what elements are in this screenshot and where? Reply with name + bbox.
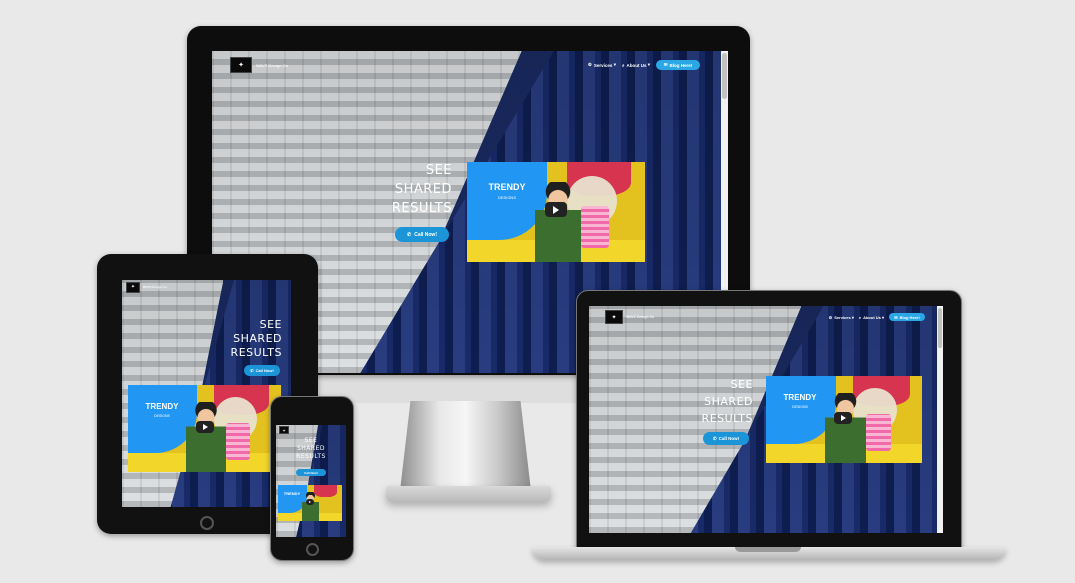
imac-stand-base: [386, 486, 551, 502]
ipad-promo-video[interactable]: TRENDY DESIGNS: [128, 385, 281, 472]
promo-video[interactable]: TRENDY DESIGNS: [467, 162, 645, 262]
hero-heading: SEE SHARED RESULTS: [391, 163, 452, 216]
iphone-call-now-button[interactable]: Call Now!: [296, 469, 326, 476]
ipad-home-button[interactable]: [200, 516, 214, 530]
site-brand[interactable]: WAVZ Design Co: [256, 63, 288, 68]
ipad-hero-heading: SEE SHARED RESULTS: [230, 318, 282, 359]
laptop-promo-video[interactable]: TRENDY DESIGNS: [766, 376, 922, 463]
tools-icon: ⚙: [587, 62, 592, 67]
video-title: TRENDY: [488, 182, 526, 192]
play-icon[interactable]: [545, 202, 567, 217]
logo-icon[interactable]: ✦: [605, 310, 623, 324]
ipad-site-nav: ✦ WAVZ Design Co: [122, 280, 291, 294]
call-now-button[interactable]: ✆ Call Now!: [395, 227, 449, 242]
iphone-home-button[interactable]: [306, 543, 319, 556]
play-icon[interactable]: [834, 412, 852, 424]
play-icon[interactable]: [306, 499, 314, 505]
phone-icon: ✆: [250, 368, 254, 373]
laptop-site-nav: ✦ WAVZ Design Co ⚙ Services ▾ ⌕ About Us ▾…: [589, 306, 943, 328]
laptop-scrollbar[interactable]: [937, 306, 943, 533]
ipad-call-now-button[interactable]: ✆ Call Now!: [244, 365, 280, 376]
envelope-icon: ✉: [894, 314, 898, 320]
video-kid-image: [534, 182, 581, 262]
video-subtitle: DESIGNS: [497, 195, 516, 200]
laptop-call-now-button[interactable]: ✆ Call Now!: [703, 432, 749, 445]
laptop-nav-services[interactable]: ⚙ Services ▾: [829, 315, 854, 320]
site-nav: ✦ WAVZ Design Co ⚙ Services ▾ ⌕ About Us ▾…: [212, 51, 728, 79]
nav-about[interactable]: ⌕ About Us ▾: [622, 62, 650, 68]
iphone-promo-video[interactable]: TRENDY: [278, 485, 342, 521]
laptop-screen: ✦ WAVZ Design Co ⚙ Services ▾ ⌕ About Us ▾…: [589, 306, 943, 533]
phone-icon: ✆: [407, 231, 412, 238]
tools-icon: ⚙: [828, 314, 833, 320]
search-icon: ⌕: [858, 314, 862, 320]
blog-here-button[interactable]: ✉ Blog Here!: [656, 60, 700, 70]
search-icon: ⌕: [621, 62, 625, 68]
imac-stand-neck: [400, 401, 531, 491]
iphone-screen: ✦ SEE SHARED RESULTS Call Now! TRENDY: [276, 425, 346, 537]
iphone-hero-heading: SEE SHARED RESULTS: [296, 437, 326, 460]
phone-icon: ✆: [712, 435, 717, 441]
logo-icon[interactable]: ✦: [230, 57, 252, 73]
nav-services[interactable]: ⚙ Services ▾: [588, 62, 616, 68]
logo-icon[interactable]: ✦: [279, 426, 289, 434]
laptop-blog-here-button[interactable]: ✉ Blog Here!: [889, 313, 925, 321]
envelope-icon: ✉: [663, 62, 668, 67]
laptop-hero-heading: SEE SHARED RESULTS: [701, 378, 753, 425]
play-icon[interactable]: [196, 421, 214, 433]
logo-icon[interactable]: ✦: [126, 281, 140, 293]
laptop-nav-about[interactable]: ⌕ About Us ▾: [859, 315, 884, 320]
ipad-screen: ✦ WAVZ Design Co SEE SHARED RESULTS ✆ Cal…: [122, 280, 291, 507]
